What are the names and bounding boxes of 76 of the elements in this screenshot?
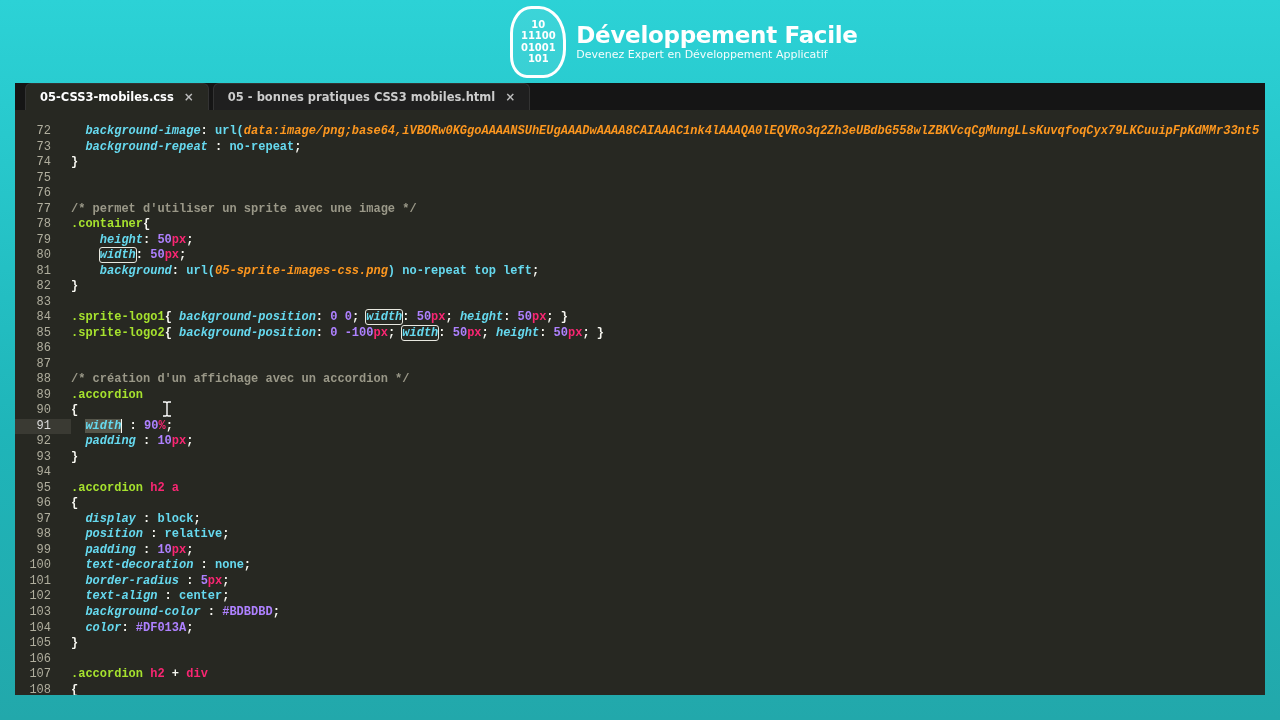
code-line: { [71, 403, 79, 419]
line-number: 93 [35, 449, 52, 466]
file-tab[interactable]: 05 - bonnes pratiques CSS3 mobiles.html × [212, 83, 531, 110]
code-line: text-decoration : none; [85, 558, 252, 574]
close-tab-button[interactable]: × [505, 90, 516, 104]
line-number: 74 [35, 155, 52, 171]
code-line: /* permet d'utiliser un sprite avec une image */ [71, 201, 417, 218]
line-number: 81 [35, 263, 52, 280]
code-line: .container{ [71, 217, 151, 233]
file-tab[interactable]: 05-CSS3-mobiles.css × [25, 83, 209, 110]
close-tab-button[interactable]: × [183, 90, 194, 104]
code-line: height: 50px; [99, 232, 194, 249]
code-line: { [71, 496, 79, 512]
i-beam-cursor-icon [162, 401, 172, 417]
code-line: .sprite-logo1{ background-position: 0 0; width: 50px; height: 50px; } [71, 310, 568, 326]
code-line: } [71, 279, 79, 295]
line-number: 98 [35, 527, 52, 543]
tab-label: 05 - bonnes pratiques CSS3 mobiles.html [227, 90, 496, 104]
code-line: .accordion h2 + div [71, 667, 208, 683]
code-line: } [71, 636, 79, 652]
line-number: 91 [15, 418, 71, 435]
line-number: 106 [28, 651, 52, 668]
code-line: { [71, 682, 79, 695]
code-line: padding : 10px; [85, 542, 194, 559]
code-line: background: url(05-sprite-images-css.png) no-repeat top left; [99, 263, 540, 280]
code-line: position : relative; [85, 527, 230, 543]
line-number: 104 [28, 620, 52, 636]
line-number: 89 [35, 387, 52, 404]
code-line: background-image: url(data:image/png;base64,iVBORw0KGgoAAAANSUhEUgAAADwAAAA8CAIAAAC1nk4lAAAQA0lEQVRo3q2Zh3eUBdbG558wlZBKVcqCgMungLLsKuvqfoqCyx79LKCuuipFpKdMMr33nt5 [85, 124, 1260, 140]
line-number: 94 [35, 465, 52, 481]
line-number: 87 [35, 356, 52, 373]
line-number: 72 [35, 124, 52, 140]
line-number: 95 [35, 480, 52, 497]
code-line: padding : 10px; [85, 434, 194, 450]
logo-mark: 10 11100 01001 101 [510, 5, 567, 78]
line-number: 80 [35, 248, 52, 264]
line-number: 77 [35, 201, 52, 218]
line-number: 88 [35, 372, 52, 388]
code-line: background-repeat : no-repeat; [85, 139, 302, 155]
code-line: background-color : #BDBDBD; [85, 605, 280, 621]
line-number: 96 [35, 496, 52, 512]
line-number: 86 [35, 341, 52, 357]
line-number: 82 [35, 279, 52, 295]
code-line: } [71, 155, 79, 171]
line-number: 101 [28, 573, 52, 590]
line-number: 99 [35, 542, 52, 559]
line-number: 90 [35, 403, 52, 419]
code-line: .accordion [71, 387, 143, 404]
code-line: .sprite-logo2{ background-position: 0 -100px; width: 50px; height: 50px; } [71, 325, 604, 342]
line-number: 92 [35, 434, 52, 450]
tab-label: 05-CSS3-mobiles.css [40, 90, 174, 104]
brand-tagline: Devenez Expert en Développement Applicatif [576, 48, 829, 61]
code-line: border-radius : 5px; [85, 573, 230, 590]
code-line: color: #DF013A; [85, 620, 194, 636]
code-line: /* création d'un affichage avec un accordion */ [71, 372, 410, 388]
line-number: 102 [28, 589, 52, 605]
code-line: width : 90%; [85, 418, 173, 435]
line-number: 97 [35, 511, 52, 528]
line-number: 100 [28, 558, 52, 574]
line-number: 75 [35, 170, 52, 187]
line-number: 108 [28, 682, 52, 695]
code-line: display : block; [85, 511, 201, 528]
line-number: 78 [35, 217, 52, 233]
code-line: text-align : center; [85, 589, 230, 605]
line-number: 79 [35, 232, 52, 249]
line-number: 103 [28, 605, 52, 621]
brand-title: Développement Facile [576, 22, 858, 48]
code-line: } [71, 449, 79, 466]
line-number: 73 [35, 139, 52, 155]
line-number: 107 [28, 667, 52, 683]
line-number: 83 [35, 294, 52, 311]
line-number: 105 [28, 636, 52, 652]
line-number: 84 [35, 310, 52, 326]
code-line: .accordion h2 a [71, 480, 180, 497]
line-number: 76 [35, 186, 52, 202]
line-number: 85 [35, 325, 52, 342]
